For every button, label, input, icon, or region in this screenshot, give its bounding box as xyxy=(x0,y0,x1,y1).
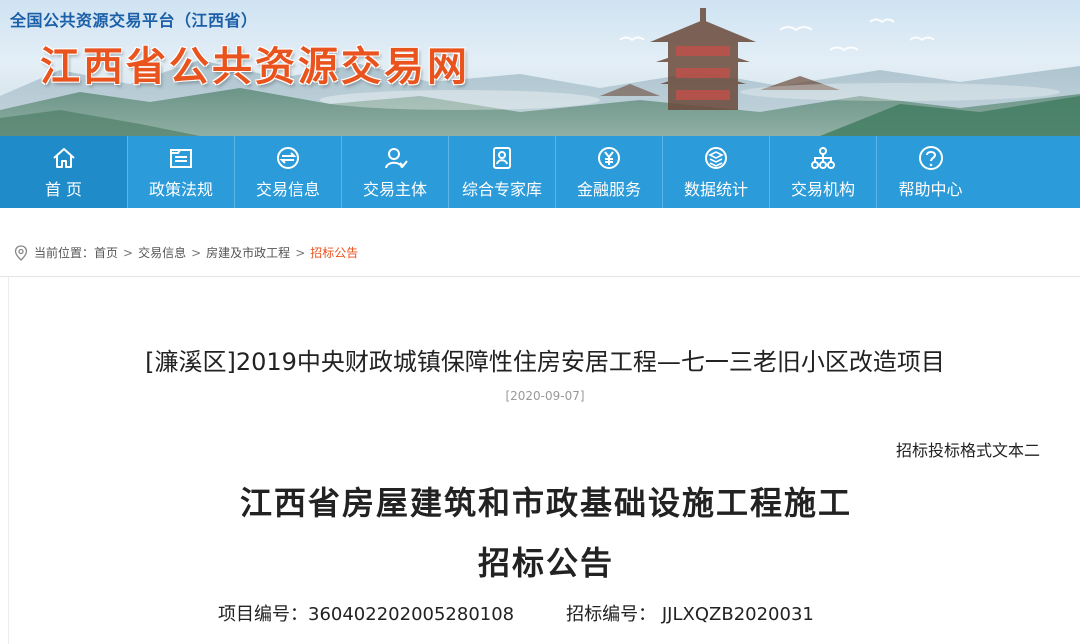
site-title[interactable]: 江西省公共资源交易网 xyxy=(40,34,470,92)
nav-label: 金融服务 xyxy=(576,180,641,199)
bid-number: 招标编号： JJLXQZB2020031 xyxy=(566,600,814,626)
breadcrumb-home[interactable]: 首页 xyxy=(94,244,118,261)
breadcrumb-separator: > xyxy=(295,245,306,260)
main-nav: 首 页 政策法规 交易信息 交易主体 综合专家库 金融服务 数据统计 交易机构 … xyxy=(0,136,1080,208)
document-title: 江西省房屋建筑和市政基础设施工程施工 xyxy=(239,484,852,522)
nav-item-expert-pool[interactable]: 综合专家库 xyxy=(449,136,556,208)
article-title: [濂溪区]2019中央财政城镇保障性住房安居工程—七一三老旧小区改造项目 xyxy=(145,348,945,376)
content-border xyxy=(8,277,9,644)
nav-label: 政策法规 xyxy=(148,180,213,199)
bid-number-label: 招标编号： xyxy=(566,604,657,625)
breadcrumb: 当前位置： 首页 > 交易信息 > 房建及市政工程 > 招标公告 xyxy=(14,244,358,261)
breadcrumb-trade-info[interactable]: 交易信息 xyxy=(138,244,186,261)
database-icon xyxy=(705,147,727,169)
document-subtitle: 招标公告 xyxy=(477,544,614,582)
nav-item-finance[interactable]: 金融服务 xyxy=(556,136,663,208)
bid-number-value: JJLXQZB2020031 xyxy=(661,604,814,625)
org-chart-icon xyxy=(811,147,835,169)
id-card-icon xyxy=(493,147,511,169)
project-number-value: 360402202005280108 xyxy=(308,604,515,625)
format-note: 招标投标格式文本二 xyxy=(895,441,1040,460)
content-divider xyxy=(0,276,1080,277)
nav-item-trade-subject[interactable]: 交易主体 xyxy=(342,136,449,208)
nav-item-policy[interactable]: 政策法规 xyxy=(128,136,235,208)
home-icon xyxy=(52,148,75,168)
breadcrumb-current[interactable]: 招标公告 xyxy=(310,244,358,261)
nav-label: 首 页 xyxy=(44,180,83,199)
nav-label: 数据统计 xyxy=(683,180,748,199)
location-icon xyxy=(14,244,28,261)
nav-label: 交易机构 xyxy=(790,180,855,199)
document-folder-icon xyxy=(170,149,192,168)
platform-title: 全国公共资源交易平台（江西省） xyxy=(10,11,258,30)
nav-item-trade-info[interactable]: 交易信息 xyxy=(235,136,342,208)
article-date: [2020-09-07] xyxy=(505,389,585,403)
breadcrumb-prefix: 当前位置： xyxy=(34,246,95,260)
nav-label: 综合专家库 xyxy=(461,180,542,199)
nav-label: 交易主体 xyxy=(362,180,427,199)
breadcrumb-separator: > xyxy=(191,245,202,260)
user-icon xyxy=(385,148,408,169)
breadcrumb-construction[interactable]: 房建及市政工程 xyxy=(206,244,290,261)
nav-label: 交易信息 xyxy=(255,180,320,199)
breadcrumb-separator: > xyxy=(123,245,134,260)
project-number: 项目编号：360402202005280108 xyxy=(218,600,514,626)
nav-item-help[interactable]: 帮助中心 xyxy=(877,136,984,208)
nav-item-home[interactable]: 首 页 xyxy=(0,136,128,208)
project-codes: 项目编号：360402202005280108 招标编号： JJLXQZB202… xyxy=(218,600,814,626)
exchange-icon xyxy=(277,147,299,169)
nav-label: 帮助中心 xyxy=(898,180,963,199)
nav-item-institution[interactable]: 交易机构 xyxy=(770,136,877,208)
project-number-label: 项目编号： xyxy=(218,604,308,625)
header-banner: 全国公共资源交易平台（江西省） 江西省公共资源交易网 xyxy=(0,0,1080,136)
question-icon xyxy=(918,146,943,170)
yuan-icon xyxy=(598,147,620,169)
nav-item-statistics[interactable]: 数据统计 xyxy=(663,136,770,208)
